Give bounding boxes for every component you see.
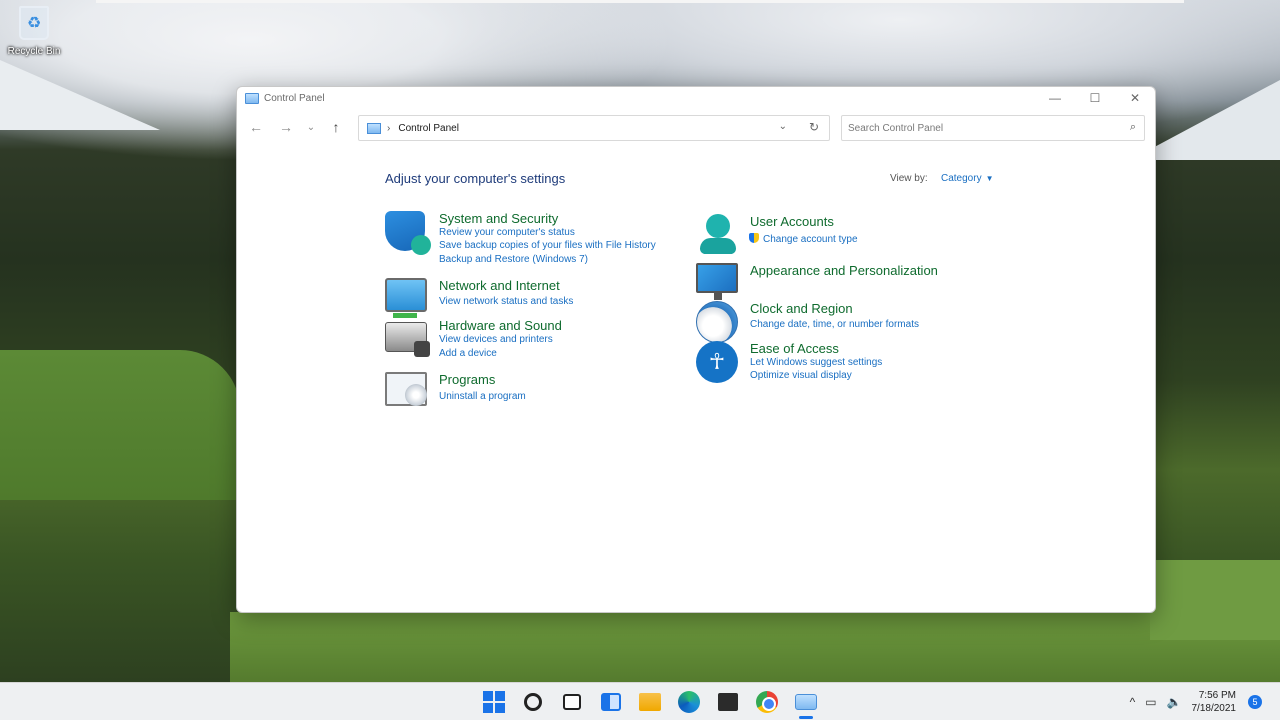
active-indicator: [798, 716, 813, 719]
clock-icon[interactable]: [696, 301, 740, 345]
search-icon[interactable]: ⌕: [1130, 121, 1136, 134]
system-tray: ^ ▭ 🔈 7:56 PM 7/18/2021 5: [1130, 683, 1280, 720]
clock[interactable]: 7:56 PM 7/18/2021: [1192, 689, 1237, 715]
control-panel-icon: [245, 92, 259, 104]
chrome-button[interactable]: [747, 683, 786, 720]
recycle-bin-label: Recycle Bin: [7, 46, 61, 57]
file-explorer-button[interactable]: [630, 683, 669, 720]
meadow-left: [0, 350, 240, 500]
category-title[interactable]: Clock and Region: [750, 301, 853, 316]
search-box[interactable]: ⌕: [841, 115, 1145, 141]
category-title[interactable]: System and Security: [439, 211, 558, 226]
forward-button[interactable]: →: [271, 112, 301, 142]
window-edge: [96, 0, 1184, 3]
category-link[interactable]: Add a device: [439, 348, 497, 359]
shield-icon[interactable]: [385, 211, 431, 255]
category-link[interactable]: View network status and tasks: [439, 296, 573, 307]
user-icon[interactable]: [696, 214, 740, 258]
edge-button[interactable]: [669, 683, 708, 720]
start-button[interactable]: [474, 683, 513, 720]
taskbar: ^ ▭ 🔈 7:56 PM 7/18/2021 5: [0, 682, 1280, 720]
refresh-icon[interactable]: ↻: [809, 120, 819, 134]
search-input[interactable]: [848, 122, 1108, 134]
category-link[interactable]: Review your computer's status: [439, 227, 575, 238]
uac-shield-icon: [749, 233, 759, 243]
control-panel-window: Control Panel — ☐ ✕ ← → ⌄ ↑ › Control Pa…: [236, 86, 1156, 613]
meadow-right: [1150, 560, 1280, 640]
task-view-icon: [562, 694, 581, 710]
category-link[interactable]: Save backup copies of your files with Fi…: [439, 240, 656, 251]
programs-icon[interactable]: [385, 372, 429, 416]
recent-locations-button[interactable]: ⌄: [301, 112, 321, 142]
category-title[interactable]: Programs: [439, 372, 495, 387]
title-bar[interactable]: Control Panel — ☐ ✕: [237, 87, 1155, 109]
clock-date: 7/18/2021: [1191, 703, 1237, 714]
show-hidden-icons-chevron-icon[interactable]: ^: [1130, 695, 1136, 709]
store-icon: [717, 693, 738, 711]
meadow-bottom: [230, 612, 1280, 682]
address-dropdown-icon[interactable]: ⌄: [779, 121, 787, 132]
control-panel-content: Adjust your computer's settings View by:…: [385, 171, 1005, 591]
mountain-left: [0, 60, 160, 130]
category-title[interactable]: Ease of Access: [750, 341, 839, 356]
start-icon: [482, 691, 505, 713]
control-panel-icon: [367, 122, 381, 134]
maximize-button[interactable]: ☐: [1075, 87, 1115, 109]
window-title: Control Panel: [264, 92, 325, 104]
minimize-button[interactable]: —: [1035, 87, 1075, 109]
view-by-label: View by:: [890, 173, 928, 184]
printer-icon[interactable]: [385, 318, 430, 362]
category-title[interactable]: Appearance and Personalization: [750, 263, 938, 278]
category-link[interactable]: Backup and Restore (Windows 7): [439, 254, 588, 265]
recycle-bin-icon: ♻: [19, 6, 49, 40]
category-title[interactable]: User Accounts: [750, 214, 834, 229]
breadcrumb-control-panel[interactable]: Control Panel: [398, 123, 459, 134]
category-link[interactable]: Let Windows suggest settings: [750, 357, 882, 368]
change-account-type-link[interactable]: Change account type: [763, 234, 858, 245]
dropdown-arrow-icon[interactable]: ▼: [986, 174, 994, 183]
network-icon[interactable]: ▭: [1145, 695, 1156, 709]
accessibility-icon[interactable]: ☥: [696, 341, 740, 385]
back-button[interactable]: ←: [241, 112, 271, 142]
chrome-icon: [755, 691, 778, 713]
view-by-dropdown[interactable]: Category ▼: [941, 173, 994, 184]
widgets-icon: [600, 693, 621, 711]
search-icon: [523, 693, 542, 711]
category-link[interactable]: Uninstall a program: [439, 391, 526, 402]
window-controls: — ☐ ✕: [1035, 87, 1155, 109]
address-bar[interactable]: › Control Panel ⌄ ↻: [358, 115, 830, 141]
network-globe-icon[interactable]: [385, 278, 429, 322]
category-title[interactable]: Network and Internet: [439, 278, 560, 293]
task-view-button[interactable]: [552, 683, 591, 720]
file-explorer-icon: [638, 693, 661, 711]
notification-badge[interactable]: 5: [1248, 695, 1262, 709]
widgets-button[interactable]: [591, 683, 630, 720]
control-panel-taskbar-button[interactable]: [786, 683, 825, 720]
close-button[interactable]: ✕: [1115, 87, 1155, 109]
breadcrumb-separator[interactable]: ›: [387, 123, 390, 134]
category-title[interactable]: Hardware and Sound: [439, 318, 562, 333]
control-panel-icon: [794, 694, 817, 710]
edge-icon: [677, 691, 700, 713]
taskbar-search-button[interactable]: [513, 683, 552, 720]
taskbar-pinned-apps: [474, 683, 825, 720]
category-link[interactable]: Optimize visual display: [750, 370, 852, 381]
store-button[interactable]: [708, 683, 747, 720]
clock-time: 7:56 PM: [1198, 690, 1236, 701]
volume-icon[interactable]: 🔈: [1167, 695, 1182, 709]
category-link[interactable]: Change date, time, or number formats: [750, 319, 919, 330]
view-by-value[interactable]: Category: [941, 173, 982, 184]
category-link[interactable]: Change account type: [749, 233, 858, 245]
navigation-bar: ← → ⌄ ↑ › Control Panel ⌄ ↻ ⌕: [237, 109, 1155, 145]
up-button[interactable]: ↑: [321, 112, 351, 142]
page-title: Adjust your computer's settings: [385, 171, 566, 186]
category-link[interactable]: View devices and printers: [439, 334, 553, 345]
recycle-bin[interactable]: ♻ Recycle Bin: [4, 4, 64, 64]
